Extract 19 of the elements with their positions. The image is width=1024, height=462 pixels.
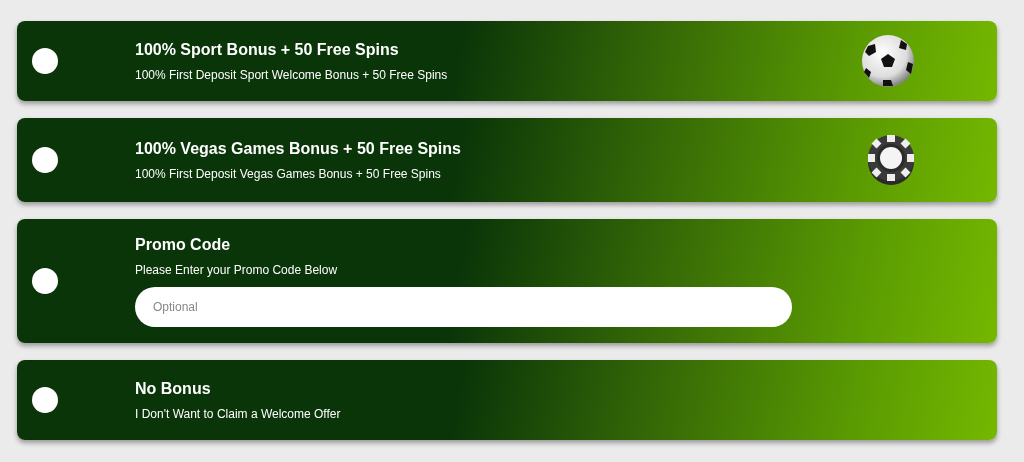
- option-description: Please Enter your Promo Code Below: [135, 262, 339, 277]
- option-description: 100% First Deposit Vegas Games Bonus + 50 Free Spins: [135, 166, 442, 181]
- bonus-card[interactable]: 100% Sport Bonus + 50 Free Spins 100% First Deposit Sport Welcome Bonus + 50 Free Spins: [17, 21, 997, 101]
- option-title: 100% Vegas Games Bonus + 50 Free Spins: [135, 139, 462, 158]
- option-description: 100% First Deposit Sport Welcome Bonus + 50 Free Spins: [135, 67, 449, 82]
- promo-code-field[interactable]: Optional: [135, 286, 792, 327]
- radio-button[interactable]: [32, 48, 58, 74]
- radio-button[interactable]: [32, 147, 58, 173]
- option-title: Promo Code: [135, 235, 232, 254]
- bonus-card[interactable]: No Bonus I Don't Want to Claim a Welcome Offer: [17, 360, 997, 440]
- bonus-card[interactable]: Promo Code Please Enter your Promo Code Below Optional: [17, 219, 997, 343]
- radio-button[interactable]: [32, 268, 58, 294]
- soccer-ball-icon: [861, 34, 915, 88]
- radio-button[interactable]: [32, 387, 58, 413]
- bonus-card[interactable]: 100% Vegas Games Bonus + 50 Free Spins 100% First Deposit Vegas Games Bonus + 50 Free Spins: [17, 118, 997, 202]
- option-description: I Don't Want to Claim a Welcome Offer: [135, 406, 342, 421]
- option-title: No Bonus: [135, 379, 212, 398]
- poker-chip-icon: [867, 134, 915, 186]
- option-title: 100% Sport Bonus + 50 Free Spins: [135, 40, 400, 59]
